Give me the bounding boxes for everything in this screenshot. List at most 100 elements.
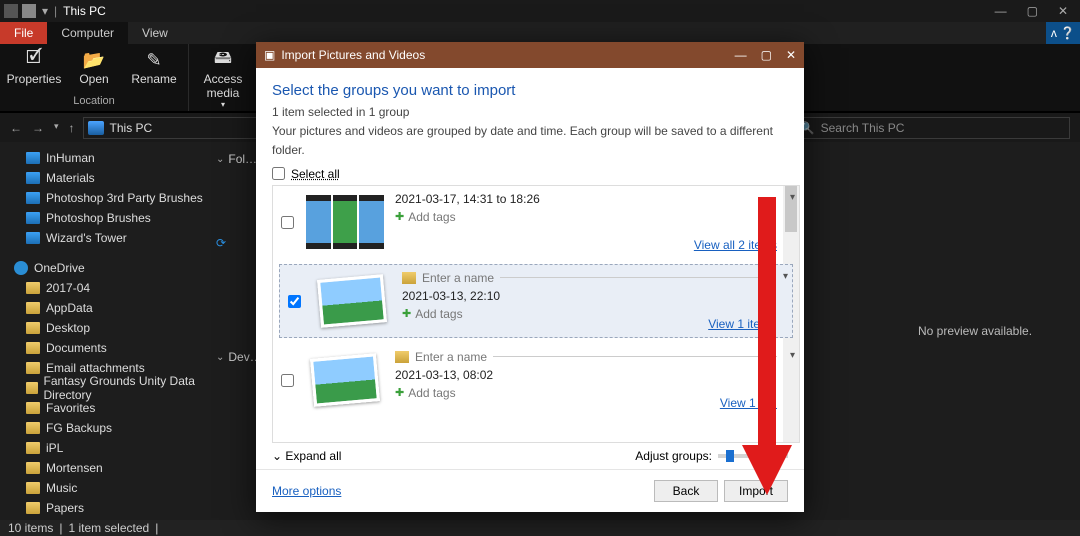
camera-icon: ▣ (264, 48, 275, 62)
search-placeholder: Search This PC (821, 121, 905, 135)
folder-icon (26, 232, 40, 244)
tab-computer[interactable]: Computer (47, 22, 128, 44)
media-icon: 🖴 (209, 48, 237, 72)
group-name-field[interactable]: Enter a name (402, 271, 770, 285)
tab-view[interactable]: View (128, 22, 182, 44)
more-options-link[interactable]: More options (272, 484, 341, 498)
refresh-icon-link[interactable]: ⟳ (216, 236, 226, 250)
tree-item[interactable]: InHuman (0, 148, 210, 168)
folder-icon (26, 172, 40, 184)
folder-icon (26, 482, 40, 494)
tree-item[interactable]: 2017-04 (0, 278, 210, 298)
tab-file[interactable]: File (0, 22, 47, 44)
expand-all[interactable]: Expand all (272, 449, 341, 463)
group-date: 2021-03-17, 14:31 to 18:26 (395, 192, 777, 206)
import-dialog: ▣ Import Pictures and Videos — ▢ ✕ Selec… (256, 42, 804, 512)
tree-item[interactable]: AppData (0, 298, 210, 318)
folder-icon (26, 362, 40, 374)
selectall-label[interactable]: Select all (291, 167, 340, 181)
selectall-checkbox[interactable] (272, 167, 285, 180)
tree-item[interactable]: Documents (0, 338, 210, 358)
up-arrow[interactable]: ↑ (69, 121, 75, 135)
photo-thumbnail (317, 274, 387, 328)
dialog-maximize[interactable]: ▢ (761, 48, 772, 62)
import-group[interactable]: 2021-03-17, 14:31 to 18:26 Add tags View a… (273, 186, 799, 258)
tree-item[interactable]: Photoshop 3rd Party Brushes (0, 188, 210, 208)
dialog-subline1: 1 item selected in 1 group (272, 103, 788, 122)
tree-item[interactable]: Music (0, 478, 210, 498)
folder-icon (26, 402, 40, 414)
group-list[interactable]: 2021-03-17, 14:31 to 18:26 Add tags View a… (272, 185, 800, 443)
onedrive-icon (14, 261, 28, 275)
folder-tree[interactable]: InHumanMaterialsPhotoshop 3rd Party Brus… (0, 142, 210, 520)
group-name-field[interactable]: Enter a name (395, 350, 777, 364)
open-button[interactable]: 📂Open (70, 48, 118, 86)
group-date: 2021-03-13, 08:02 (395, 368, 777, 382)
dialog-minimize[interactable]: — (735, 48, 747, 62)
group-checkbox[interactable] (281, 374, 294, 387)
rename-button[interactable]: ✎Rename (130, 48, 178, 86)
folder-icon (26, 462, 40, 474)
import-button[interactable]: Import (724, 480, 788, 502)
tree-item[interactable]: Papers (0, 498, 210, 518)
group-checkbox[interactable] (281, 216, 294, 229)
view-all-link[interactable]: View 1 it… (720, 396, 777, 410)
folder-icon (4, 4, 18, 18)
status-bar: 10 items| 1 item selected| (0, 520, 1080, 536)
qat-dropdown[interactable]: ▾ (42, 4, 48, 18)
folder-icon (26, 382, 38, 394)
tree-item[interactable]: Materials (0, 168, 210, 188)
group-checkbox[interactable] (288, 295, 301, 308)
minimize-button[interactable]: — (995, 4, 1007, 18)
tree-item[interactable]: Photoshop Brushes (0, 208, 210, 228)
view-all-link[interactable]: View all 2 items (694, 238, 777, 252)
tree-item[interactable]: iPL (0, 438, 210, 458)
folder-icon (26, 212, 40, 224)
folder-icon (26, 422, 40, 434)
import-group[interactable]: Enter a name2021-03-13, 22:10Add tagsVie… (279, 264, 793, 338)
thispc-icon (88, 121, 104, 135)
recent-dropdown[interactable]: ▾ (54, 121, 59, 135)
folder-icon (402, 272, 416, 284)
maximize-button[interactable]: ▢ (1027, 4, 1038, 18)
folder-icon (26, 342, 40, 354)
slider-handle[interactable] (726, 450, 734, 462)
adjust-groups-label: Adjust groups: (635, 449, 712, 463)
adjust-slider[interactable] (718, 454, 788, 458)
help-button[interactable]: ʌ ❔ (1046, 22, 1080, 44)
tree-item[interactable]: FG Backups (0, 418, 210, 438)
folder-icon (26, 442, 40, 454)
folder-icon (26, 302, 40, 314)
status-items: 10 items (8, 521, 53, 535)
properties-button[interactable]: 🗹Properties (10, 48, 58, 86)
forward-arrow[interactable]: → (32, 121, 44, 135)
tree-item[interactable]: Desktop (0, 318, 210, 338)
group-menu[interactable]: ▾ (790, 192, 795, 203)
address-text: This PC (110, 121, 153, 135)
preview-pane: No preview available. (870, 142, 1080, 520)
search-input[interactable]: 🔍 Search This PC (793, 117, 1070, 139)
close-button[interactable]: ✕ (1058, 4, 1068, 18)
tree-item[interactable]: Mortensen (0, 458, 210, 478)
add-tags[interactable]: Add tags (395, 210, 777, 224)
import-group[interactable]: Enter a name2021-03-13, 08:02Add tagsVie… (273, 344, 799, 416)
view-all-link[interactable]: View 1 item (708, 317, 770, 331)
folder-icon (26, 192, 40, 204)
tree-item[interactable]: Fantasy Grounds Unity Data Directory (0, 378, 210, 398)
back-button[interactable]: Back (654, 480, 718, 502)
access-media-button[interactable]: 🖴Access media▾ (199, 48, 247, 109)
folder-icon (26, 502, 40, 514)
dialog-title: Import Pictures and Videos (281, 48, 425, 62)
open-icon: 📂 (80, 48, 108, 72)
group-menu[interactable]: ▾ (783, 271, 788, 282)
ribbon-tabs: File Computer View ʌ ❔ (0, 22, 1080, 44)
group-menu[interactable]: ▾ (790, 350, 795, 361)
folder-icon (26, 322, 40, 334)
dialog-titlebar[interactable]: ▣ Import Pictures and Videos — ▢ ✕ (256, 42, 804, 68)
film-thumbnail (306, 195, 384, 249)
tree-onedrive[interactable]: OneDrive (0, 258, 210, 278)
dialog-close[interactable]: ✕ (786, 48, 796, 62)
back-arrow[interactable]: ← (10, 121, 22, 135)
tree-item[interactable]: Wizard's Tower (0, 228, 210, 248)
doc-icon (22, 4, 36, 18)
